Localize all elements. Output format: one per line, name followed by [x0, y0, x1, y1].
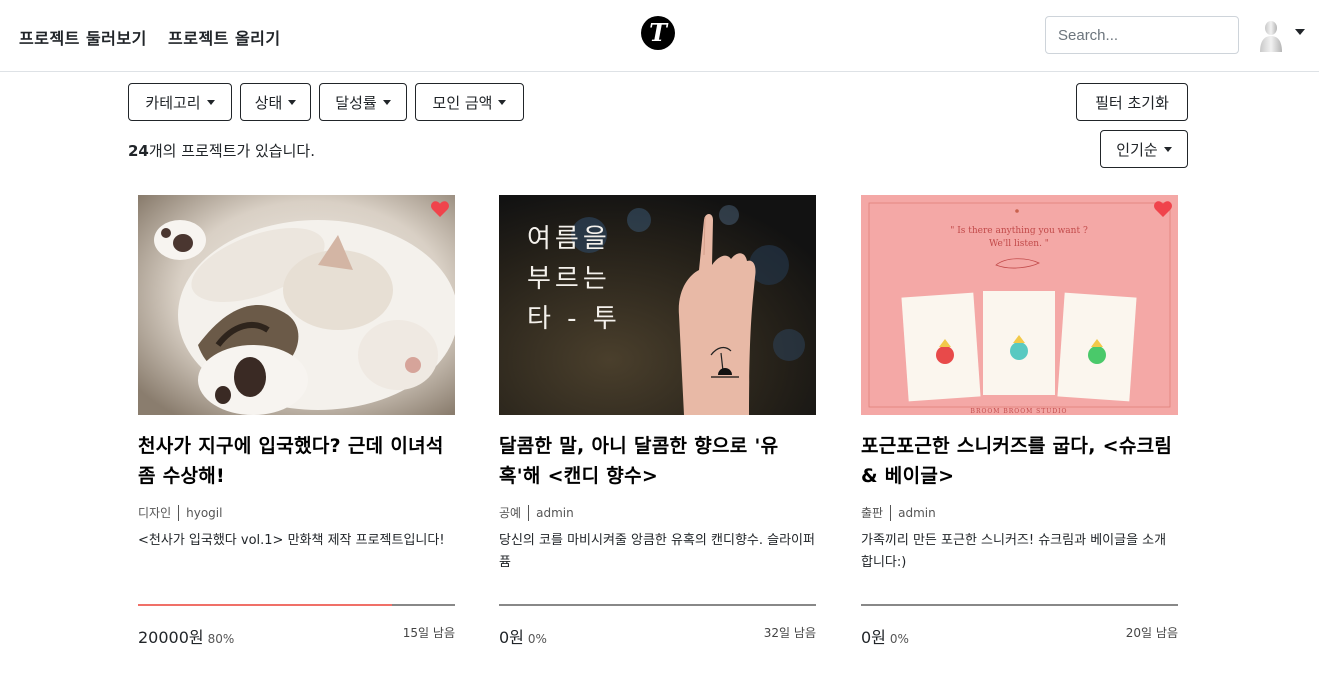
category-filter-button[interactable]: 카테고리 [128, 83, 232, 121]
project-title[interactable]: 포근포근한 스니커즈를 굽다, <슈크림 & 베이글> [861, 431, 1178, 491]
amount-filter-button[interactable]: 모인 금액 [415, 83, 524, 121]
top-navbar: 프로젝트 둘러보기 프로젝트 올리기 T [0, 0, 1319, 72]
project-category: 공예 [499, 506, 522, 520]
user-avatar-icon[interactable] [1259, 18, 1283, 52]
tattoo-image-text: 부르는 [527, 264, 611, 294]
project-category: 디자인 [138, 506, 172, 520]
funding-percent: 0% [527, 632, 547, 646]
illustration-quote-text: " Is there anything you want ? [950, 226, 1088, 236]
project-category: 출판 [861, 506, 884, 520]
nav-browse-projects[interactable]: 프로젝트 둘러보기 [19, 25, 147, 49]
project-meta: 디자인 hyogil [138, 504, 222, 521]
status-filter-label: 상태 [254, 93, 283, 112]
funding-percent: 80% [207, 632, 235, 646]
project-count-suffix: 개의 프로젝트가 있습니다. [148, 142, 315, 160]
caret-down-icon [498, 99, 507, 105]
funding-progress-bar [499, 604, 816, 606]
tattoo-image-text: 타 - 투 [527, 304, 621, 334]
status-filter-button[interactable]: 상태 [240, 83, 311, 121]
funding-amount-value: 20000원 [138, 628, 204, 647]
search-input[interactable] [1045, 16, 1239, 54]
caret-down-icon [288, 99, 297, 105]
illustration-quote-text: We'll listen. " [989, 239, 1049, 249]
funding-progress-fill [138, 604, 392, 606]
rate-filter-label: 달성률 [335, 93, 377, 112]
funding-amount: 0원 0% [861, 624, 909, 648]
funding-amount-value: 0원 [499, 628, 524, 647]
project-card[interactable]: 천사가 지구에 입국했다? 근데 이녀석 좀 수상해! 디자인 hyogil <천… [138, 195, 455, 655]
project-description: <천사가 입국했다 vol.1> 만화책 제작 프로젝트입니다! [138, 533, 445, 548]
project-description: 당신의 코를 마비시켜줄 앙큼한 유혹의 캔디향수. 슬라이퍼퓸 [499, 533, 815, 570]
project-description: 가족끼리 만든 포근한 스니커즈! 슈크림과 베이글을 소개합니다:) [861, 533, 1167, 570]
sort-dropdown-button[interactable]: 인기순 [1100, 130, 1188, 168]
project-card[interactable]: " Is there anything you want ? We'll lis… [861, 195, 1178, 655]
rate-filter-button[interactable]: 달성률 [319, 83, 407, 121]
meta-divider [528, 504, 530, 521]
project-count: 24개의 프로젝트가 있습니다. [128, 140, 315, 161]
category-filter-label: 카테고리 [145, 93, 201, 112]
funding-progress-bar [138, 604, 455, 606]
heart-icon[interactable] [1154, 201, 1172, 217]
funding-amount-value: 0원 [861, 628, 886, 647]
days-remaining: 15일 남음 [402, 626, 455, 640]
heart-icon[interactable] [431, 201, 449, 217]
project-title[interactable]: 천사가 지구에 입국했다? 근데 이녀석 좀 수상해! [138, 431, 455, 491]
project-thumbnail[interactable]: 여름을 부르는 타 - 투 [499, 195, 816, 415]
project-thumbnail[interactable] [138, 195, 455, 415]
meta-divider [890, 504, 892, 521]
logo-icon[interactable]: T [641, 16, 675, 50]
funding-amount: 20000원 80% [138, 624, 234, 648]
project-author: admin [898, 505, 936, 520]
funding-amount: 0원 0% [499, 624, 547, 648]
reset-filters-label: 필터 초기화 [1095, 93, 1169, 112]
nav-upload-project[interactable]: 프로젝트 올리기 [168, 25, 281, 49]
caret-down-icon [206, 99, 215, 105]
project-author: hyogil [186, 505, 223, 520]
project-meta: 출판 admin [861, 504, 936, 521]
caret-down-icon [1163, 146, 1172, 152]
avatar-dropdown-icon[interactable] [1295, 29, 1305, 35]
reset-filters-button[interactable]: 필터 초기화 [1076, 83, 1188, 121]
funding-progress-bar [861, 604, 1178, 606]
meta-divider [178, 504, 180, 521]
pink-cards-illustration: " Is there anything you want ? We'll lis… [861, 195, 1178, 415]
days-remaining: 32일 남음 [763, 626, 816, 640]
days-remaining: 20일 남음 [1125, 626, 1178, 640]
project-author: admin [536, 505, 574, 520]
project-title[interactable]: 달콤한 말, 아니 달콤한 향으로 '유혹'해 <캔디 향수> [499, 431, 816, 491]
project-count-number: 24 [128, 142, 149, 160]
project-meta: 공예 admin [499, 504, 574, 521]
tattoo-photo: 여름을 부르는 타 - 투 [499, 195, 816, 415]
tattoo-image-text: 여름을 [527, 224, 611, 254]
funding-percent: 0% [889, 632, 909, 646]
illustration-footer-text: BROOM BROOM STUDIO [971, 408, 1068, 415]
project-thumbnail[interactable]: " Is there anything you want ? We'll lis… [861, 195, 1178, 415]
kitten-photo [138, 195, 455, 415]
amount-filter-label: 모인 금액 [432, 93, 493, 112]
sort-label: 인기순 [1116, 140, 1158, 159]
caret-down-icon [382, 99, 391, 105]
project-card[interactable]: 여름을 부르는 타 - 투 달콤한 말, 아니 달콤한 향으로 '유혹'해 <캔… [499, 195, 816, 655]
